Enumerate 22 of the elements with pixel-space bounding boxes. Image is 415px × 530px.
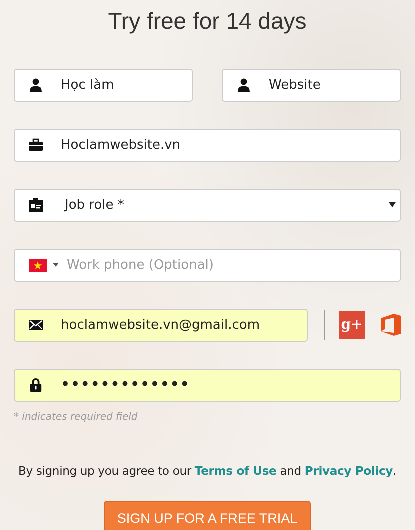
badge-icon: [29, 198, 43, 212]
person-icon: [29, 78, 43, 92]
person-icon: [237, 78, 251, 92]
name-field[interactable]: Website: [222, 68, 401, 102]
text-field[interactable]: Hoclamwebsite.vn: [14, 128, 401, 162]
caret-icon: [53, 263, 59, 267]
terms-link[interactable]: Privacy Policy: [304, 464, 393, 478]
job-role-dropdown[interactable]: Job role *: [14, 188, 401, 222]
office-icon[interactable]: [381, 314, 401, 336]
email-field[interactable]: hoclamwebsite.vn@gmail.com: [14, 308, 308, 342]
mail-icon: [29, 318, 43, 332]
password-field[interactable]: •••••••••••••: [14, 368, 401, 402]
google-plus-button[interactable]: g+: [339, 311, 365, 339]
name-field[interactable]: Học làm: [14, 68, 193, 102]
form-title: Try free for 14 days: [107, 7, 308, 36]
required-field-note: * indicates required field: [14, 412, 139, 425]
country-picker[interactable]: [29, 258, 59, 272]
briefcase-icon: [29, 138, 43, 152]
flag-icon: [29, 258, 47, 272]
terms-agreement-text: By signing up you agree to our Terms of Use and Privacy Policy.: [18, 464, 398, 478]
lock-icon: [29, 378, 43, 392]
dropdown-caret-icon: [389, 202, 396, 208]
